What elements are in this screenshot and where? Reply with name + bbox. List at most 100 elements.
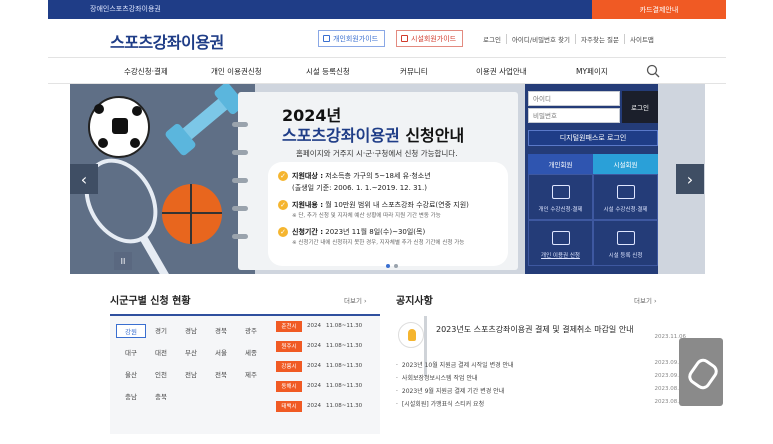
region-list-row[interactable]: 동해시 2024 11.08~11.30 (276, 376, 380, 396)
info-period-text: 2023년 11월 8일(수)~30일(목) (325, 228, 426, 236)
quick-menu-grid: 개인 수강신청·결제 시설 수강신청·결제 개인 이용권 신청 시설 등록 신청 (528, 174, 658, 266)
notice-featured-title: 2023년도 스포츠강좌이용권 결제 및 결제취소 마감일 안내 (436, 325, 634, 334)
info-target-label: 지원대상 : (292, 172, 323, 180)
header-links: 로그인 아이디/비밀번호 찾기 자주찾는 질문 사이트맵 (478, 34, 659, 44)
region-list-row[interactable]: 태백시 2024 11.08~11.30 (276, 396, 380, 416)
search-icon[interactable] (646, 64, 660, 78)
region-period: 11.08~11.30 (326, 343, 363, 349)
banner-dot[interactable] (386, 264, 390, 268)
quick-personal-payment[interactable]: 개인 수강신청·결제 (528, 174, 593, 220)
region-tag: 태백시 (276, 400, 302, 412)
banner-title-rest: 신청안내 (399, 126, 465, 145)
header-link-login[interactable]: 로그인 (478, 34, 506, 44)
top-bar-link[interactable]: 장애인스포츠강좌이용권 (90, 4, 161, 14)
login-button[interactable]: 로그인 (622, 91, 658, 123)
soccer-ball-illustration (88, 96, 150, 158)
header-link-sitemap[interactable]: 사이트맵 (623, 34, 659, 44)
notice-item[interactable]: 2023년 10월 지원금 결제 시작일 변경 안내2023.09.27 (396, 360, 706, 372)
notice-item-title: 2023년 9월 지원금 결제 기간 변경 안내 (401, 388, 505, 395)
region-chip[interactable]: 충북 (146, 390, 176, 404)
region-section-title: 시군구별 신청 현황 (110, 296, 191, 307)
info-content: ✓ 지원내용 : 월 10만원 범위 내 스포츠강좌 수강료(연중 지원) (278, 199, 498, 211)
notice-item[interactable]: 사회보장정보시스템 작업 안내2023.09.22 (396, 373, 706, 385)
quick-label: 개인 수강신청·결제 (538, 207, 583, 213)
region-more-link[interactable]: 더보기 › (344, 295, 367, 305)
region-period: 11.08~11.30 (326, 363, 363, 369)
notice-item[interactable]: [시설회원] 가맹표식 스티커 요청2023.08.23 (396, 399, 706, 411)
notice-item-title: 사회보장정보시스템 작업 안내 (401, 375, 478, 382)
region-chip[interactable]: 경남 (176, 324, 206, 338)
personal-guide-button[interactable]: 개인회원가이드 (318, 30, 386, 47)
region-tag: 강릉시 (276, 360, 302, 372)
notice-item-title: 2023년 10월 지원금 결제 시작일 변경 안내 (401, 362, 514, 369)
tab-facility-member[interactable]: 시설회원 (593, 154, 658, 174)
facility-guide-button[interactable]: 시설회원가이드 (396, 30, 464, 47)
banner-pause-button[interactable]: II (114, 252, 132, 270)
quick-facility-payment[interactable]: 시설 수강신청·결제 (593, 174, 658, 220)
banner-next-button[interactable]: › (676, 164, 704, 194)
region-chip[interactable]: 부산 (176, 346, 206, 360)
banner-poster: 2024년 스포츠강좌이용권 신청안내 홈페이지와 거주지 시·군·구청에서 신… (232, 92, 518, 270)
info-period-note: ※ 신청기간 내에 신청하지 못한 경우, 지자체별 추가 신청 기간에 신청 … (292, 240, 465, 246)
facility-guide-label: 시설회원가이드 (411, 34, 457, 43)
region-chip[interactable]: 충남 (116, 390, 146, 404)
nav-item-community[interactable]: 커뮤니티 (400, 66, 428, 77)
quick-personal-voucher[interactable]: 개인 이용권 신청 (528, 220, 593, 266)
region-chip[interactable]: 울산 (116, 368, 146, 382)
monitor-icon (616, 185, 635, 199)
region-chip[interactable]: 인천 (146, 368, 176, 382)
quick-facility-register[interactable]: 시설 등록 신청 (593, 220, 658, 266)
tab-personal-member[interactable]: 개인회원 (528, 154, 593, 174)
region-list-row[interactable]: 춘천시 2024 11.08~11.30 (276, 316, 380, 336)
notice-item[interactable]: 2023년 9월 지원금 결제 기간 변경 안내2023.08.28 (396, 386, 706, 398)
region-list-row[interactable]: 원주시 2024 11.08~11.30 (276, 336, 380, 356)
check-icon: ✓ (278, 171, 288, 181)
region-chip[interactable]: 서울 (206, 346, 236, 360)
nav-item-facility-register[interactable]: 시설 등록신청 (306, 66, 350, 77)
region-chip[interactable]: 경북 (206, 324, 236, 338)
person-icon (323, 35, 330, 42)
region-chip[interactable]: 전남 (176, 368, 206, 382)
member-tabs: 개인회원 시설회원 (528, 154, 658, 174)
info-period-label: 신청기간 : (292, 228, 323, 236)
quick-label: 시설 수강신청·결제 (603, 207, 648, 213)
region-chip[interactable]: 광주 (236, 324, 266, 338)
region-tag: 춘천시 (276, 320, 302, 332)
id-input[interactable] (528, 91, 620, 106)
banner-prev-button[interactable]: ‹ (70, 164, 98, 194)
region-tag: 동해시 (276, 380, 302, 392)
trophy-icon (398, 322, 424, 348)
card-payment-guide-button[interactable]: 카드결제안내 (592, 0, 726, 19)
header-link-find-account[interactable]: 아이디/비밀번호 찾기 (505, 34, 575, 44)
notice-item-title: [시설회원] 가맹표식 스티커 요청 (401, 401, 485, 408)
nav-item-personal-voucher[interactable]: 개인 이용권신청 (211, 66, 262, 77)
password-input[interactable] (528, 108, 620, 123)
link-share-icon[interactable] (679, 338, 723, 406)
nav-item-course-payment[interactable]: 수강신청·결제 (124, 66, 168, 77)
region-chip[interactable]: 전북 (206, 368, 236, 382)
region-chip[interactable]: 경기 (146, 324, 176, 338)
region-chip[interactable]: 세종 (236, 346, 266, 360)
info-period: ✓ 신청기간 : 2023년 11월 8일(수)~30일(목) (278, 226, 498, 238)
region-list-row[interactable]: 강릉시 2024 11.08~11.30 (276, 356, 380, 376)
region-tag: 원주시 (276, 340, 302, 352)
region-chip[interactable]: 강원 (116, 324, 146, 338)
region-chip[interactable]: 대전 (146, 346, 176, 360)
notice-featured[interactable]: 2023년도 스포츠강좌이용권 결제 및 결제취소 마감일 안내 2023.11… (396, 320, 706, 354)
region-chip[interactable]: 대구 (116, 346, 146, 360)
site-logo[interactable]: 스포츠강좌이용권 (110, 29, 224, 53)
nav-item-mypage[interactable]: MY페이지 (576, 66, 608, 77)
notice-more-link[interactable]: 더보기 › (634, 295, 657, 305)
digital-onepass-login-button[interactable]: 디지털원패스로 로그인 (528, 130, 658, 146)
header-link-faq[interactable]: 자주찾는 질문 (575, 34, 624, 44)
court-icon (616, 231, 635, 245)
banner-title-main: 스포츠강좌이용권 (282, 126, 400, 145)
banner-info-box: ✓ 지원대상 : 저소득층 가구의 5~18세 유·청소년 (출생일 기준: 20… (268, 162, 508, 266)
main-banner: 2024년 스포츠강좌이용권 신청안내 홈페이지와 거주지 시·군·구청에서 신… (70, 84, 705, 274)
building-icon (401, 35, 408, 42)
region-chip[interactable]: 제주 (236, 368, 266, 382)
banner-dot[interactable] (394, 264, 398, 268)
nav-item-business-info[interactable]: 이용권 사업안내 (476, 66, 527, 77)
more-label: 더보기 (634, 297, 652, 305)
hand-card-icon (551, 231, 570, 245)
